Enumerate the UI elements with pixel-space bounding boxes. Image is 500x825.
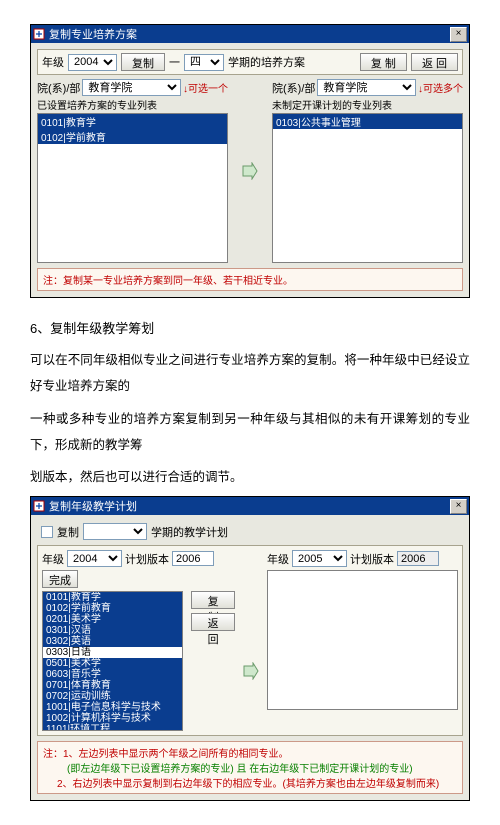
list-item[interactable]: 0103|公共事业管理 bbox=[273, 114, 462, 129]
list-item[interactable]: 0303|日语 bbox=[43, 647, 182, 658]
target-panel: 年级 2005 计划版本 bbox=[267, 550, 458, 710]
hint-right: ↓可选多个 bbox=[418, 80, 463, 95]
year-label: 年级 bbox=[267, 551, 289, 567]
list-item[interactable]: 1002|计算机科学与技术 bbox=[43, 713, 182, 724]
paragraph: 一种或多种专业的培养方案复制到另一种年级与其相似的未有开课筹划的专业下，形成新的… bbox=[30, 406, 470, 459]
list-item[interactable]: 0603|音乐学 bbox=[43, 669, 182, 680]
close-button[interactable]: × bbox=[450, 499, 467, 514]
app-icon bbox=[33, 500, 45, 512]
src-year-select[interactable]: 2004 bbox=[67, 550, 122, 567]
note-line: (即左边年级下已设置培养方案的专业) 且 在右边年级下已制定开课计划的专业) bbox=[43, 760, 457, 775]
toolbar: 复制 学期的教学计划 bbox=[37, 521, 463, 545]
paragraph: 可以在不同年级相似专业之间进行专业培养方案的复制。将一种年级中已经设立好专业培养… bbox=[30, 347, 470, 400]
paragraph: 划版本，然后也可以进行合适的调节。 bbox=[30, 464, 470, 490]
note-line: 2、右边列表中显示复制到右边年级下的相应专业。(其培养方案也由左边年级复制而来) bbox=[43, 775, 457, 790]
dialog-title: 复制年级教学计划 bbox=[49, 498, 137, 514]
dept-label: 院(系)/部 bbox=[37, 80, 80, 96]
plan-label: 计划版本 bbox=[350, 551, 394, 567]
target-major-listbox[interactable]: 0103|公共事业管理 bbox=[272, 113, 463, 263]
year-label: 年级 bbox=[42, 54, 64, 70]
list-item[interactable]: 0501|美术学 bbox=[43, 658, 182, 669]
list-item[interactable]: 0702|运动训练 bbox=[43, 691, 182, 702]
list-item[interactable]: 0301|汉语 bbox=[43, 625, 182, 636]
list-item[interactable]: 0302|英语 bbox=[43, 636, 182, 647]
list-item[interactable]: 0201|美术学 bbox=[43, 614, 182, 625]
copy-checkbox-label: 复制 bbox=[57, 524, 79, 540]
right-list-header: 未制定开课计划的专业列表 bbox=[272, 96, 463, 113]
dept-label: 院(系)/部 bbox=[272, 80, 315, 96]
src-plan-input[interactable] bbox=[172, 551, 214, 566]
list-item[interactable]: 0102|学前教育 bbox=[38, 129, 227, 144]
list-item[interactable]: 1101|环境工程 bbox=[43, 724, 182, 731]
note-line: 注：1、左边列表中显示两个年级之间所有的相同专业。 bbox=[43, 745, 457, 760]
term-select[interactable]: 四 bbox=[184, 54, 224, 71]
copy-button[interactable]: 复 制 bbox=[360, 53, 407, 71]
footnote: 注：1、左边列表中显示两个年级之间所有的相同专业。 (即左边年级下已设置培养方案… bbox=[37, 741, 463, 794]
title-bar: 复制年级教学计划 × bbox=[31, 497, 469, 515]
copy-major-plan-dialog: 复制专业培养方案 × 年级 2004 复制 一 四 学期的培养方案 复 制 返 … bbox=[30, 24, 470, 298]
title-bar: 复制专业培养方案 × bbox=[31, 25, 469, 43]
list-item[interactable]: 0101|教育学 bbox=[43, 592, 182, 603]
list-item[interactable]: 0102|学前教育 bbox=[43, 603, 182, 614]
right-panel: 院(系)/部 教育学院 ↓可选多个 未制定开课计划的专业列表 0103|公共事业… bbox=[272, 79, 463, 263]
mode-label: 一 bbox=[169, 54, 180, 70]
footnote: 注：复制某一专业培养方案到同一年级、若干相近专业。 bbox=[37, 268, 463, 291]
left-list-header: 已设置培养方案的专业列表 bbox=[37, 96, 228, 113]
hint-left: ↓可选一个 bbox=[183, 80, 228, 95]
copy-button[interactable]: 复 制 bbox=[191, 591, 235, 609]
return-button[interactable]: 返 回 bbox=[411, 53, 458, 71]
tgt-year-select[interactable]: 2005 bbox=[292, 550, 347, 567]
toolbar: 年级 2004 复制 一 四 学期的培养方案 复 制 返 回 bbox=[37, 49, 463, 75]
year-select[interactable]: 2004 bbox=[68, 54, 117, 71]
year-label: 年级 bbox=[42, 551, 64, 567]
dialog-title: 复制专业培养方案 bbox=[49, 26, 137, 42]
list-item[interactable]: 1001|电子信息科学与技术 bbox=[43, 702, 182, 713]
source-panel: 年级 2004 计划版本 完成 0101|教育学0102|学前教育0201|美术… bbox=[42, 550, 235, 731]
copy-mode-button[interactable]: 复制 bbox=[121, 53, 165, 71]
term-select[interactable] bbox=[83, 523, 147, 540]
return-button[interactable]: 返 回 bbox=[191, 613, 235, 631]
list-item[interactable]: 0101|教育学 bbox=[38, 114, 227, 129]
app-icon bbox=[33, 28, 45, 40]
close-button[interactable]: × bbox=[450, 27, 467, 42]
left-panel: 院(系)/部 教育学院 ↓可选一个 已设置培养方案的专业列表 0101|教育学 … bbox=[37, 79, 228, 263]
term-label: 学期的培养方案 bbox=[228, 54, 305, 70]
copy-checkbox[interactable] bbox=[41, 526, 53, 538]
list-item[interactable]: 0701|体育教育 bbox=[43, 680, 182, 691]
dept-select-right[interactable]: 教育学院 bbox=[317, 79, 416, 96]
finish-button[interactable]: 完成 bbox=[42, 570, 78, 588]
term-tail-label: 学期的教学计划 bbox=[151, 524, 228, 540]
transfer-arrow-icon bbox=[243, 662, 259, 680]
section-heading: 6、复制年级教学筹划 bbox=[30, 318, 470, 337]
source-major-listbox[interactable]: 0101|教育学0102|学前教育0201|美术学0301|汉语0302|英语0… bbox=[42, 591, 183, 731]
plan-label: 计划版本 bbox=[125, 551, 169, 567]
dept-select-left[interactable]: 教育学院 bbox=[82, 79, 181, 96]
tgt-plan-input[interactable] bbox=[397, 551, 439, 566]
transfer-arrow-icon bbox=[242, 162, 258, 180]
source-major-listbox[interactable]: 0101|教育学 0102|学前教育 bbox=[37, 113, 228, 263]
target-major-listbox[interactable] bbox=[267, 570, 458, 710]
copy-grade-plan-dialog: 复制年级教学计划 × 复制 学期的教学计划 年级 2004 计划版本 bbox=[30, 496, 470, 801]
